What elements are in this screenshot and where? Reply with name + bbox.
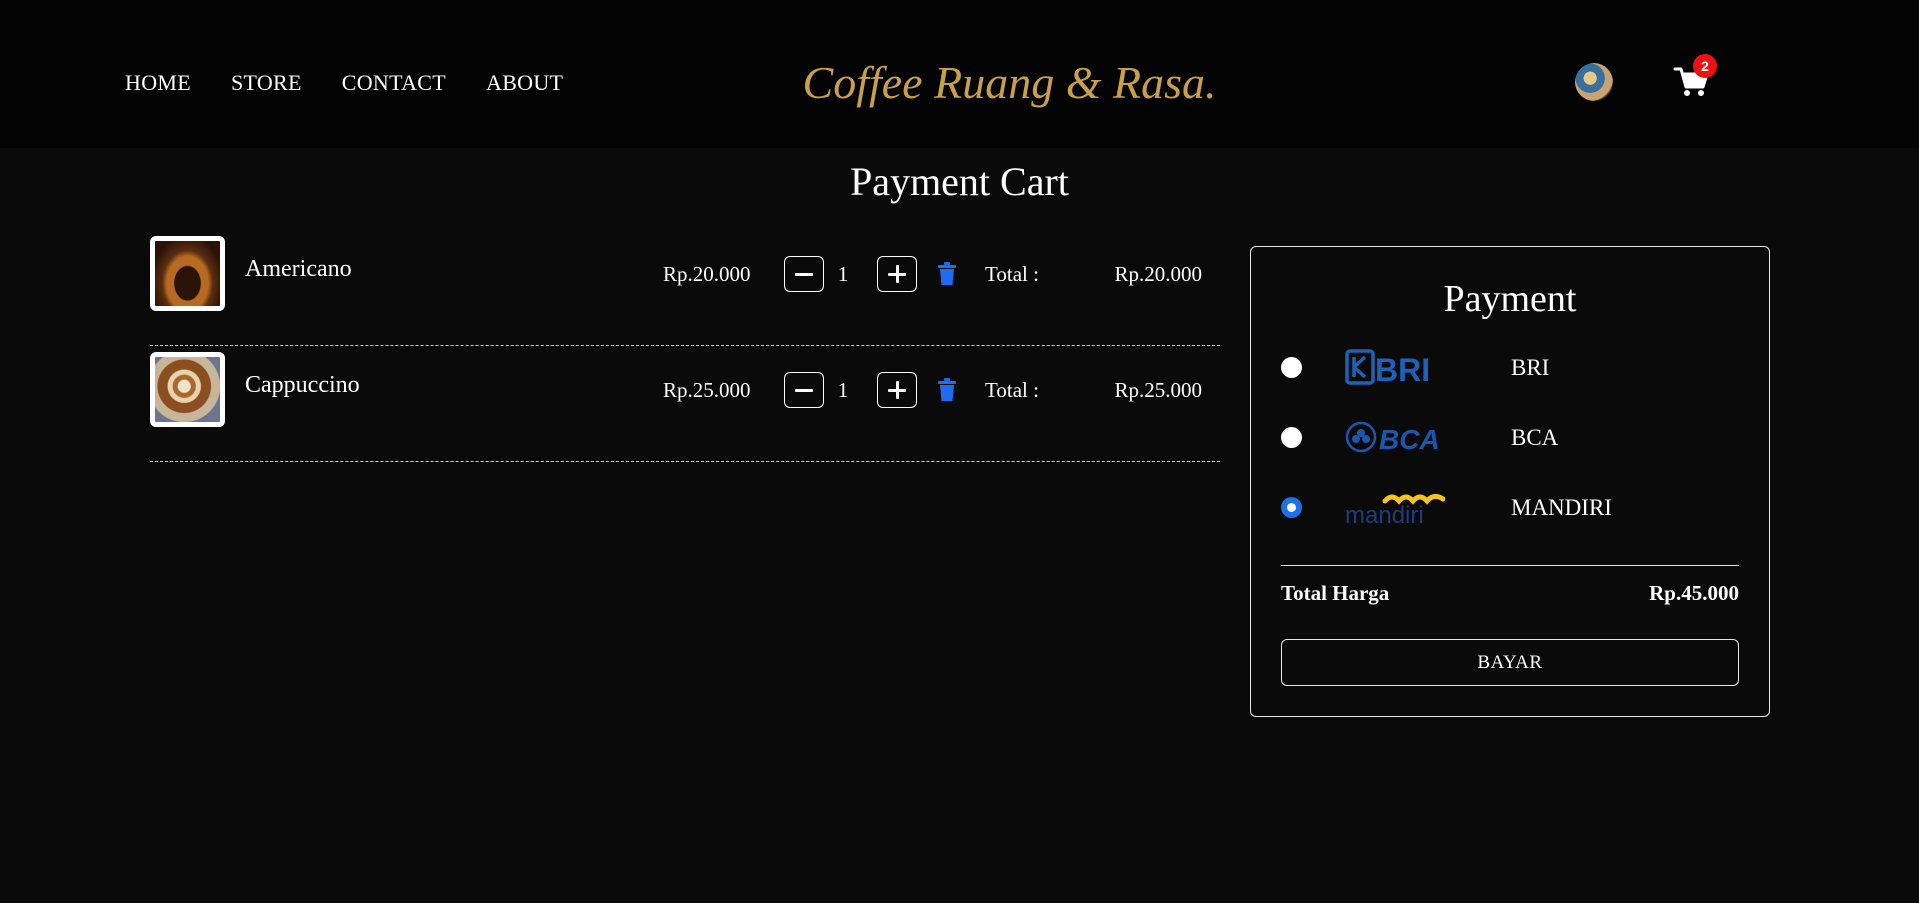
cart-list: Americano Rp.20.000 1 Total : Rp.20.000 … (150, 230, 1220, 462)
page-title: Payment Cart (850, 159, 1069, 204)
method-name-bca: BCA (1511, 425, 1559, 450)
method-name-mandiri: MANDIRI (1511, 495, 1612, 520)
bca-logo: BCA (1345, 421, 1440, 455)
svg-text:BCA: BCA (1379, 424, 1440, 455)
product-price: Rp.20.000 (663, 262, 751, 286)
method-name-bri: BRI (1511, 355, 1550, 380)
row-total-label: Total : (985, 378, 1039, 402)
brand-logo-text[interactable]: Coffee Ruang & Rasa. (0, 56, 1919, 109)
user-avatar[interactable] (1575, 63, 1613, 101)
product-price: Rp.25.000 (663, 378, 751, 402)
payment-method-bca[interactable]: BCA BCA (1281, 413, 1741, 463)
radio-bri[interactable] (1281, 357, 1302, 378)
payment-method-bri[interactable]: BRI BRI (1281, 343, 1741, 393)
total-price-label: Total Harga (1281, 581, 1390, 605)
radio-mandiri[interactable] (1281, 497, 1302, 518)
minus-icon (795, 272, 813, 276)
payment-panel: Payment BRI BRI BCA BCA mandiri MANDIRI … (1250, 246, 1770, 717)
payment-method-mandiri[interactable]: mandiri MANDIRI (1281, 483, 1741, 533)
payment-title: Payment (1443, 278, 1577, 320)
decrease-qty-button[interactable] (784, 372, 824, 408)
trash-icon[interactable] (937, 262, 957, 286)
pay-button[interactable]: BAYAR (1281, 639, 1739, 686)
product-image-cappuccino (150, 352, 225, 427)
product-name: Americano (245, 256, 352, 282)
trash-icon[interactable] (937, 378, 957, 402)
radio-bca[interactable] (1281, 427, 1302, 448)
cart-item-row: Americano Rp.20.000 1 Total : Rp.20.000 (150, 230, 1220, 346)
cart-count-badge: 2 (1693, 54, 1717, 78)
increase-qty-button[interactable] (877, 256, 917, 292)
row-total-label: Total : (985, 262, 1039, 286)
row-total-value: Rp.20.000 (1114, 262, 1202, 286)
increase-qty-button[interactable] (877, 372, 917, 408)
mandiri-logo: mandiri (1345, 493, 1445, 529)
site-header: HOME STORE CONTACT ABOUT Coffee Ruang & … (0, 0, 1919, 148)
minus-icon (795, 388, 813, 392)
quantity-value: 1 (837, 378, 849, 402)
row-total-value: Rp.25.000 (1114, 378, 1202, 402)
bri-logo: BRI (1345, 349, 1430, 388)
decrease-qty-button[interactable] (784, 256, 824, 292)
product-name: Cappuccino (245, 372, 360, 398)
payment-divider (1281, 565, 1739, 566)
svg-text:mandiri: mandiri (1345, 502, 1424, 529)
cart-item-row: Cappuccino Rp.25.000 1 Total : Rp.25.000 (150, 346, 1220, 462)
total-price-value: Rp.45.000 (1649, 581, 1739, 605)
svg-text:BRI: BRI (1375, 352, 1430, 388)
product-image-americano (150, 236, 225, 311)
quantity-value: 1 (837, 262, 849, 286)
